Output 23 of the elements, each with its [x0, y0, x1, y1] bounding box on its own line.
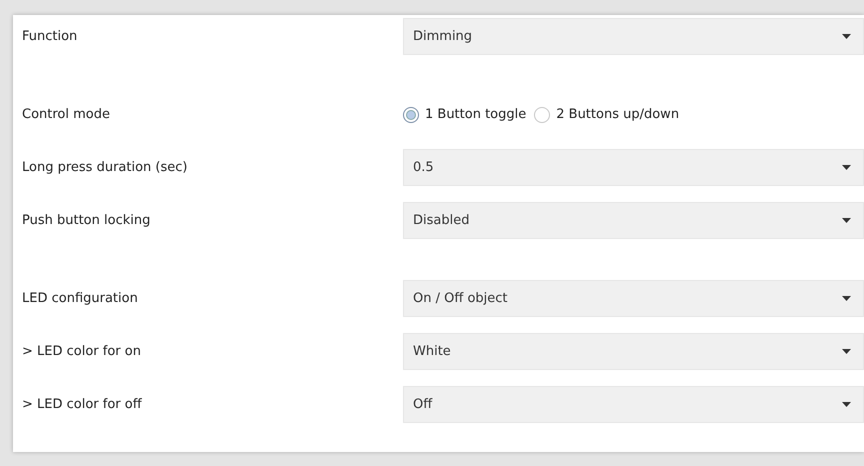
- radio-label[interactable]: 2 Buttons up/down: [556, 107, 680, 122]
- setting-label: LED configuration: [22, 291, 139, 306]
- setting-label: Control mode: [22, 107, 111, 122]
- caret-icon: [842, 402, 851, 407]
- dropdown[interactable]: On / Off object: [403, 280, 864, 317]
- dropdown[interactable]: Off: [403, 386, 864, 423]
- dropdown[interactable]: 0.5: [403, 149, 864, 186]
- radio-button[interactable]: [403, 106, 419, 122]
- dropdown[interactable]: White: [403, 333, 864, 370]
- radio-label[interactable]: 1 Button toggle: [425, 107, 526, 122]
- caret-icon: [842, 218, 851, 223]
- setting-label: Function: [22, 29, 78, 44]
- setting-label: > LED color for off: [22, 397, 143, 412]
- caret-icon: [842, 296, 851, 301]
- caret-icon: [842, 34, 851, 39]
- dropdown[interactable]: Dimming: [403, 18, 864, 55]
- radio-button[interactable]: [534, 106, 550, 122]
- dropdown[interactable]: Disabled: [403, 202, 864, 239]
- setting-label: Long press duration (sec): [22, 160, 188, 175]
- setting-label: > LED color for on: [22, 344, 142, 359]
- caret-icon: [842, 349, 851, 354]
- caret-icon: [842, 165, 851, 170]
- setting-label: Push button locking: [22, 213, 152, 228]
